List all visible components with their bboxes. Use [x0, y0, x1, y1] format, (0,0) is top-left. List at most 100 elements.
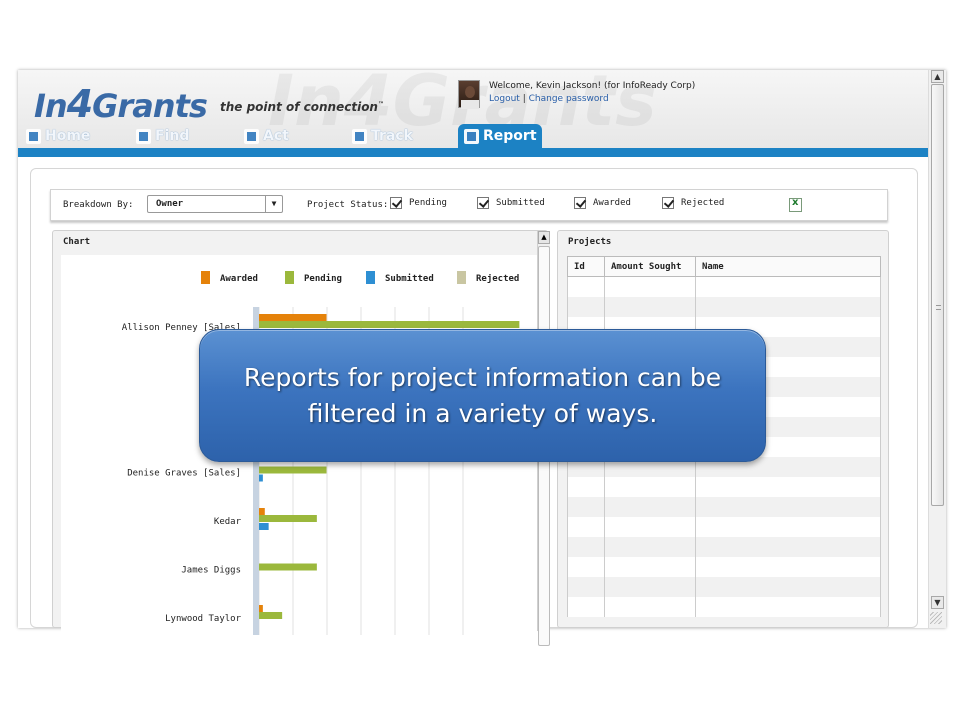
table-cell [695, 516, 881, 537]
checkbox-checked-icon[interactable] [574, 197, 586, 209]
bar-pending [259, 466, 327, 474]
table-row[interactable] [567, 296, 881, 317]
callout-text: Reports for project information can be f… [243, 362, 722, 428]
table-row[interactable] [567, 516, 881, 537]
breakdown-select[interactable]: Owner ▼ [147, 195, 283, 213]
table-cell [695, 496, 881, 517]
trademark-mark: ™ [377, 101, 384, 108]
bar-pending [259, 563, 317, 571]
checkbox-checked-icon[interactable] [477, 197, 489, 209]
link-separator: | [522, 94, 526, 104]
tab-act-label: Act [263, 128, 289, 144]
table-cell [567, 576, 605, 597]
status-submitted-checkbox[interactable]: Submitted [477, 197, 545, 209]
category-label: James Diggs [181, 566, 241, 576]
chevron-down-icon[interactable]: ▼ [265, 196, 282, 212]
status-pending-label: Pending [409, 198, 447, 208]
nav-bar-strip [18, 148, 928, 157]
magnifier-icon [136, 128, 151, 144]
table-cell [604, 536, 696, 557]
table-row[interactable] [567, 596, 881, 617]
window-scrollbar[interactable]: ▲ ▼ [928, 70, 946, 628]
resize-grip-icon[interactable] [930, 612, 942, 624]
logo-digit: 4 [66, 82, 93, 126]
people-icon [352, 128, 367, 144]
tab-act[interactable]: Act [244, 124, 289, 148]
tab-home-label: Home [45, 128, 91, 144]
tab-report[interactable]: Report [458, 124, 542, 148]
table-cell [695, 576, 881, 597]
tab-home[interactable]: Home [26, 124, 90, 148]
scroll-up-button[interactable]: ▲ [931, 70, 944, 83]
status-pending-checkbox[interactable]: Pending [390, 197, 447, 209]
filter-bar: Breakdown By: Owner ▼ Project Status: Pe… [50, 189, 888, 221]
bar-awarded [259, 508, 265, 515]
status-awarded-checkbox[interactable]: Awarded [574, 197, 631, 209]
legend-swatch [366, 271, 375, 284]
table-row[interactable] [567, 556, 881, 577]
table-cell [567, 276, 605, 297]
bar-pending [259, 321, 520, 328]
status-awarded-label: Awarded [593, 198, 631, 208]
column-header-name[interactable]: Name [695, 256, 881, 277]
table-cell [695, 556, 881, 577]
home-icon [26, 128, 41, 144]
table-cell [695, 276, 881, 297]
table-cell [695, 536, 881, 557]
bar-awarded [259, 605, 263, 612]
legend-label: Rejected [476, 273, 519, 284]
table-cell [695, 476, 881, 497]
breakdown-value: Owner [156, 199, 184, 209]
table-cell [695, 296, 881, 317]
tab-track[interactable]: Track [352, 124, 413, 148]
welcome-message: Welcome, Kevin Jackson! (for InfoReady C… [489, 81, 696, 91]
table-cell [604, 476, 696, 497]
table-cell [604, 576, 696, 597]
table-cell [567, 596, 605, 617]
user-avatar [458, 80, 480, 109]
scroll-thumb[interactable] [931, 84, 944, 506]
user-links: Logout | Change password [489, 94, 609, 104]
status-rejected-label: Rejected [681, 198, 725, 208]
bar-submitted [259, 474, 263, 482]
tutorial-callout: Reports for project information can be f… [199, 329, 766, 462]
column-header-amount-sought[interactable]: Amount Sought [604, 256, 696, 277]
table-cell [604, 516, 696, 537]
scroll-down-button[interactable]: ▼ [931, 596, 944, 609]
category-label: Kedar [214, 517, 242, 527]
table-row[interactable] [567, 476, 881, 497]
change-password-link[interactable]: Change password [529, 94, 609, 104]
table-cell [567, 476, 605, 497]
table-cell [567, 556, 605, 577]
tab-report-label: Report [483, 128, 537, 144]
category-label: Denise Graves [Sales] [127, 469, 241, 479]
legend-swatch [285, 271, 294, 284]
column-header-id[interactable]: Id [567, 256, 605, 277]
table-row[interactable] [567, 276, 881, 297]
tagline: the point of connection™ [220, 100, 384, 114]
chart-panel-title: Chart [63, 237, 91, 247]
legend-swatch [457, 271, 466, 284]
legend-swatch [201, 271, 210, 284]
table-row[interactable] [567, 496, 881, 517]
table-row[interactable] [567, 576, 881, 597]
table-row[interactable] [567, 536, 881, 557]
table-cell [604, 556, 696, 577]
legend-label: Submitted [385, 273, 434, 284]
checkbox-checked-icon[interactable] [390, 197, 402, 209]
table-cell [567, 536, 605, 557]
chart-scroll-up-button[interactable]: ▲ [538, 231, 550, 244]
category-label: Lynwood Taylor [165, 614, 241, 624]
tab-find[interactable]: Find [136, 124, 189, 148]
in4grants-logo[interactable]: In4Grants [34, 82, 208, 126]
logout-link[interactable]: Logout [489, 94, 520, 104]
bar-submitted [259, 523, 269, 530]
status-rejected-checkbox[interactable]: Rejected [662, 197, 724, 209]
excel-icon[interactable] [789, 197, 802, 212]
table-cell [567, 296, 605, 317]
checkbox-checked-icon[interactable] [662, 197, 674, 209]
bar-pending [259, 515, 317, 522]
check-icon [244, 128, 259, 144]
tab-find-label: Find [155, 128, 190, 144]
breakdown-label: Breakdown By: [63, 200, 134, 210]
